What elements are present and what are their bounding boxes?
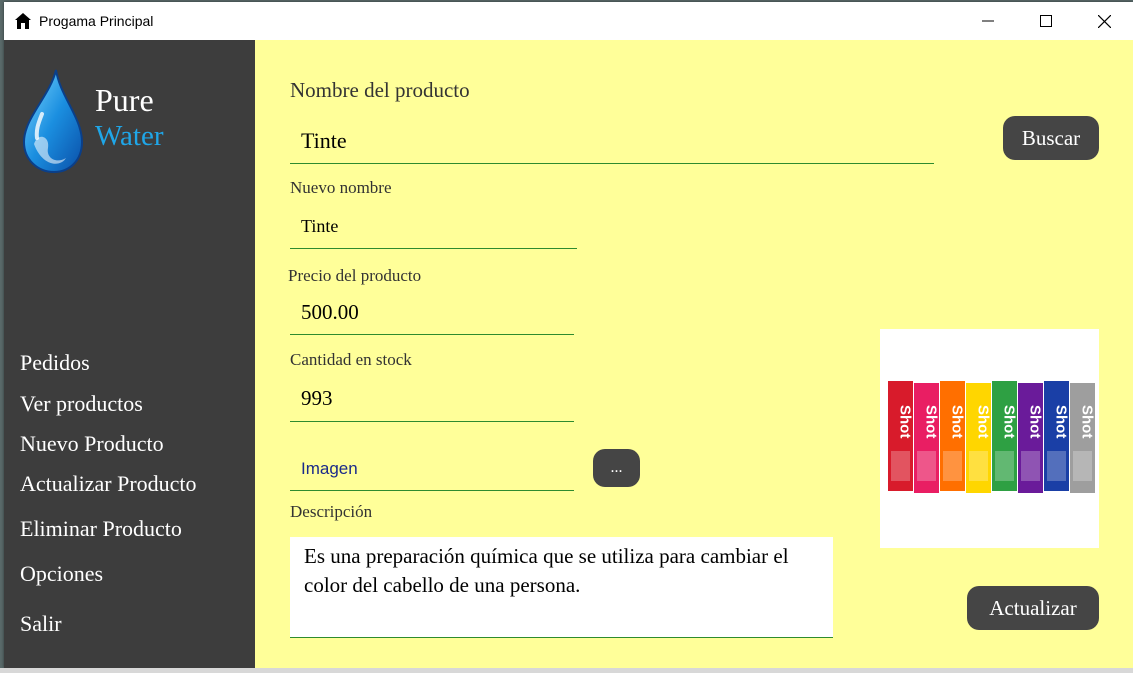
svg-text:Shot: Shot: [1027, 405, 1044, 438]
dye-tube: Shot: [914, 383, 940, 493]
hair-dye-tubes-image: Shot Shot Shot Shot Shot Shot Shot Shot: [888, 381, 1096, 493]
svg-text:Shot: Shot: [897, 405, 914, 438]
browse-image-button[interactable]: ...: [593, 449, 640, 487]
svg-text:Shot: Shot: [1001, 405, 1018, 438]
nav-item-pedidos[interactable]: Pedidos: [20, 350, 90, 376]
main-window: Progama Principal Pure Water Pedidos Ver…: [4, 2, 1133, 668]
maximize-button[interactable]: [1017, 2, 1075, 40]
dye-tube: Shot: [940, 381, 966, 491]
description-value: Es una preparación química que se utiliz…: [304, 544, 789, 597]
taskbar-strip: [0, 668, 1133, 673]
title-bar: Progama Principal: [4, 2, 1133, 40]
close-button[interactable]: [1075, 2, 1133, 40]
nav-item-opciones[interactable]: Opciones: [20, 561, 103, 587]
minimize-icon: [982, 20, 994, 22]
svg-text:Shot: Shot: [949, 405, 966, 438]
close-icon: [1097, 14, 1111, 28]
home-icon: [15, 13, 31, 29]
image-path-input[interactable]: Imagen: [290, 448, 574, 491]
new-name-label: Nuevo nombre: [290, 178, 392, 197]
price-input[interactable]: 500.00: [290, 292, 574, 335]
logo-text-pure: Pure: [95, 82, 154, 118]
update-button[interactable]: Actualizar: [967, 586, 1099, 630]
water-drop-logo-icon: [22, 69, 84, 174]
stock-value: 993: [301, 386, 333, 410]
stock-input[interactable]: 993: [290, 378, 574, 422]
dye-tube: Shot: [966, 383, 992, 493]
nav-item-eliminar-producto[interactable]: Eliminar Producto: [20, 516, 182, 542]
dye-tube: Shot: [1070, 383, 1096, 493]
dye-tube: Shot: [992, 381, 1018, 491]
main-panel: Nombre del producto Tinte Buscar Nuevo n…: [255, 40, 1133, 668]
nav-item-nuevo-producto[interactable]: Nuevo Producto: [20, 431, 164, 457]
nav-item-salir[interactable]: Salir: [20, 611, 62, 637]
svg-text:Shot: Shot: [1079, 405, 1096, 438]
svg-text:Shot: Shot: [1053, 405, 1070, 438]
search-button[interactable]: Buscar: [1003, 116, 1099, 160]
description-textarea[interactable]: Es una preparación química que se utiliz…: [290, 537, 833, 638]
nav-item-ver-productos[interactable]: Ver productos: [20, 391, 143, 417]
dye-tube: Shot: [888, 381, 914, 491]
product-name-value: Tinte: [301, 128, 347, 153]
new-name-input[interactable]: Tinte: [290, 206, 577, 249]
sidebar: Pure Water Pedidos Ver productos Nuevo P…: [4, 40, 255, 668]
window-title: Progama Principal: [39, 13, 154, 29]
product-image: Shot Shot Shot Shot Shot Shot Shot Shot: [880, 329, 1099, 548]
stock-label: Cantidad en stock: [290, 350, 412, 369]
svg-text:Shot: Shot: [923, 405, 940, 438]
description-label: Descripción: [290, 502, 373, 521]
new-name-value: Tinte: [301, 216, 339, 236]
image-path-value: Imagen: [301, 459, 358, 478]
nav-item-actualizar-producto[interactable]: Actualizar Producto: [20, 471, 197, 497]
dye-tube: Shot: [1018, 383, 1044, 493]
price-value: 500.00: [301, 300, 359, 324]
maximize-icon: [1040, 15, 1052, 27]
logo-text-water: Water: [95, 120, 164, 152]
product-name-input[interactable]: Tinte: [290, 118, 934, 164]
price-label: Precio del producto: [288, 266, 422, 285]
dye-tube: Shot: [1044, 381, 1070, 491]
svg-text:Shot: Shot: [975, 405, 992, 438]
product-name-label: Nombre del producto: [290, 78, 470, 102]
minimize-button[interactable]: [959, 2, 1017, 40]
